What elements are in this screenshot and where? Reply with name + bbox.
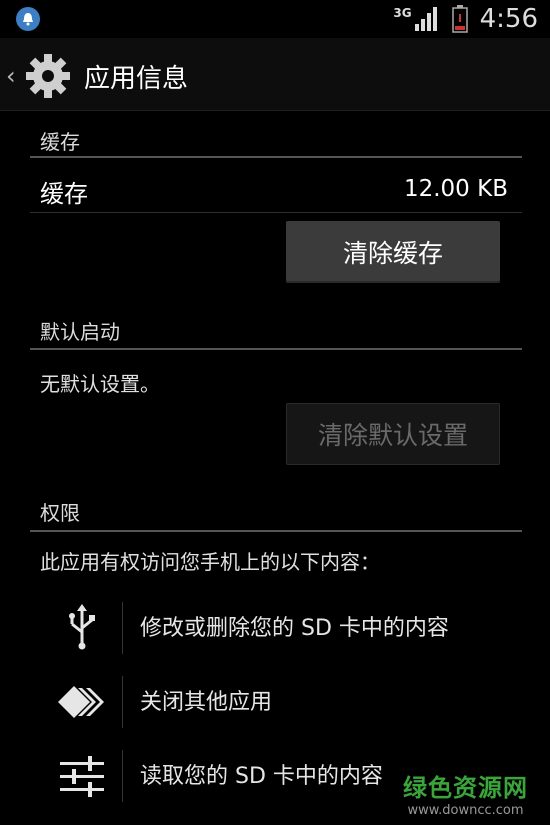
defaults-description: 无默认设置。 [40,372,160,396]
row-divider [30,212,522,213]
action-bar: ‹ 应用信息 [0,38,550,111]
clock: 4:56 [479,4,538,34]
gear-icon[interactable] [24,52,72,100]
status-bar: 3G 4:56 [0,0,550,38]
network-type-label: 3G [393,6,412,20]
section-divider [30,348,522,350]
permissions-section-header: 权限 [40,501,80,525]
close-apps-icon [58,686,104,718]
clear-defaults-button: 清除默认设置 [286,403,500,465]
permission-label: 读取您的 SD 卡中的内容 [140,764,383,789]
cache-row-label: 缓存 [40,180,88,208]
permission-item: 修改或删除您的 SD 卡中的内容 [0,594,550,664]
defaults-section-header: 默认启动 [40,320,120,344]
permission-divider [122,750,123,802]
permission-label: 关闭其他应用 [140,690,273,715]
permission-divider [122,676,123,728]
page-title: 应用信息 [84,64,189,94]
battery-icon [451,5,468,33]
permission-label: 修改或删除您的 SD 卡中的内容 [140,616,449,641]
cache-section-header: 缓存 [40,130,80,154]
permissions-intro: 此应用有权访问您手机上的以下内容： [40,550,380,574]
permission-item: 关闭其他应用 [0,668,550,738]
bell-notification-icon [16,7,40,31]
cache-size-value: 12.00 KB [403,176,508,202]
usb-icon [69,604,95,650]
clear-cache-button[interactable]: 清除缓存 [286,221,500,283]
watermark-title: 绿色资源网 [403,774,528,802]
back-chevron-icon[interactable]: ‹ [6,62,16,90]
permission-divider [122,602,123,654]
watermark-url: www.downcc.com [407,803,524,818]
signal-icon [414,7,437,31]
section-divider [30,530,522,532]
section-divider [30,156,522,158]
watermark: 绿色资源网 www.downcc.com [403,768,528,818]
sliders-icon [60,756,104,797]
